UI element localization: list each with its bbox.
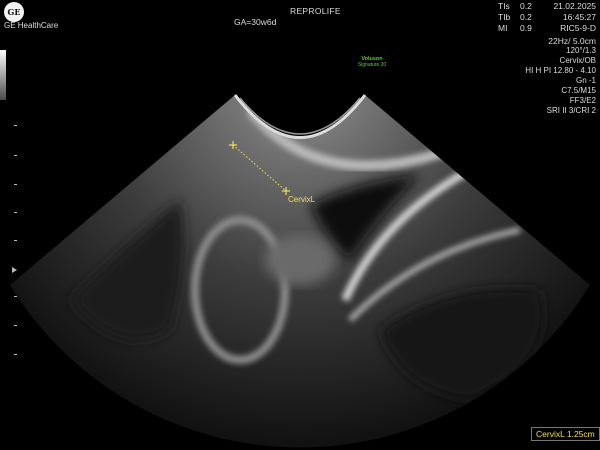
voluson-badge: Voluson Signature 20 bbox=[352, 56, 392, 68]
cervix-tissue bbox=[265, 235, 335, 285]
voluson-model: Signature 20 bbox=[357, 62, 387, 68]
sector-image bbox=[10, 95, 590, 448]
ultrasound-scan bbox=[10, 94, 590, 448]
measurement-result: CervixL 1.25cm bbox=[531, 427, 600, 441]
caliper-label: CervixL bbox=[288, 195, 316, 204]
